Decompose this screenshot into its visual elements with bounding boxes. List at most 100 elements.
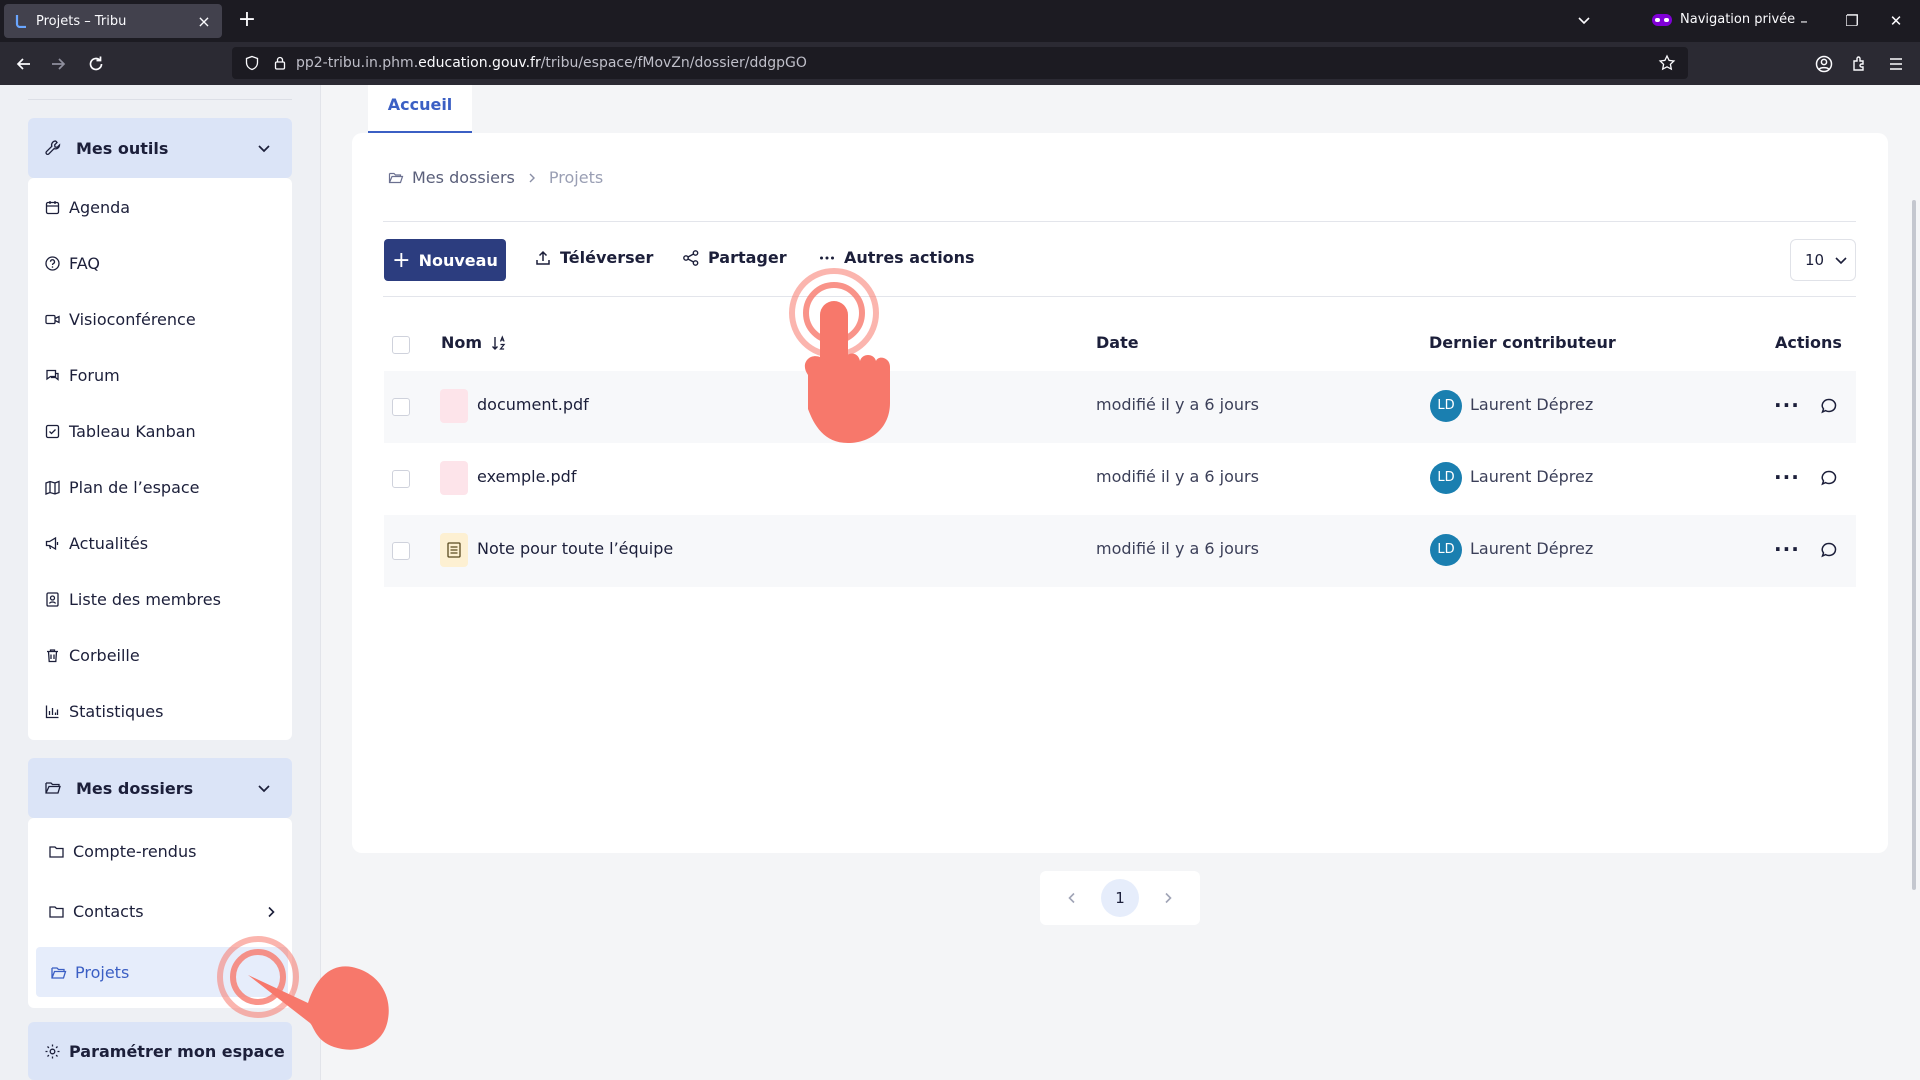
page-scrollbar[interactable] (1912, 200, 1916, 890)
chevron-left-icon[interactable] (1065, 891, 1079, 905)
tab-accueil[interactable]: Accueil (368, 85, 472, 133)
chevron-right-icon[interactable] (264, 905, 278, 919)
plus-icon: + (392, 247, 411, 273)
folder-icon (49, 906, 64, 918)
bookmark-star-icon[interactable] (1658, 54, 1676, 72)
avatar: LD (1430, 462, 1462, 494)
file-name[interactable]: document.pdf (477, 395, 589, 414)
chevron-down-icon (1835, 257, 1847, 265)
extensions-icon[interactable] (1850, 54, 1870, 74)
sidebar-folder-compte-rendus[interactable]: Compte-rendus (48, 842, 196, 861)
column-header-date[interactable]: Date (1096, 333, 1139, 352)
file-name[interactable]: Note pour toute l’équipe (477, 539, 673, 558)
pdf-file-icon (440, 389, 468, 423)
pdf-file-icon (440, 461, 468, 495)
browser-tab[interactable]: Projets – Tribu × (4, 4, 222, 38)
sidebar-item-plan[interactable]: Plan de l’espace (44, 478, 200, 497)
pagination: 1 (1040, 871, 1200, 925)
gear-icon (45, 1044, 60, 1058)
tools-section-header[interactable]: Mes outils (28, 118, 292, 178)
url-bar[interactable]: pp2-tribu.in.phm.education.gouv.fr/tribu… (232, 47, 1688, 79)
row-more-actions-icon[interactable]: ··· (1774, 537, 1800, 561)
sidebar-item-trash[interactable]: Corbeille (44, 646, 140, 665)
tap-hand-icon (217, 936, 389, 1050)
new-tab-icon[interactable]: + (236, 9, 258, 31)
ellipsis-icon (820, 256, 834, 259)
folder-open-icon (388, 172, 404, 183)
sidebar-item-label: Forum (69, 366, 120, 385)
sidebar-item-forum[interactable]: Forum (44, 366, 120, 385)
close-window-icon[interactable]: ✕ (1884, 10, 1908, 32)
reload-icon[interactable] (86, 54, 106, 74)
browser-tab-bar: Projets – Tribu × + Navigation privée – … (0, 0, 1920, 42)
contributor-name: Laurent Déprez (1470, 395, 1594, 414)
row-more-actions-icon[interactable]: ··· (1774, 465, 1800, 489)
upload-button[interactable]: Téléverser (534, 248, 653, 267)
sidebar-item-stats[interactable]: Statistiques (44, 702, 163, 721)
folders-section-header[interactable]: Mes dossiers (28, 758, 292, 818)
sidebar-item-kanban[interactable]: Tableau Kanban (44, 422, 196, 441)
select-all-checkbox[interactable] (392, 336, 410, 354)
per-page-select[interactable]: 10 (1790, 239, 1856, 281)
tools-section-label: Mes outils (76, 138, 169, 158)
private-mask-icon (1652, 13, 1672, 26)
table-row[interactable]: document.pdf modifié il y a 6 jours LD L… (384, 371, 1856, 443)
calendar-icon (45, 201, 60, 215)
hamburger-menu-icon[interactable] (1886, 54, 1906, 74)
minimize-icon[interactable]: – (1792, 10, 1816, 32)
back-icon[interactable] (14, 54, 34, 74)
file-date: modifié il y a 6 jours (1096, 539, 1259, 558)
column-header-actions: Actions (1775, 333, 1842, 352)
table-row[interactable]: exemple.pdf modifié il y a 6 jours LD La… (384, 443, 1856, 515)
forward-icon[interactable] (48, 54, 68, 74)
members-icon (46, 592, 59, 607)
trash-icon (47, 649, 58, 663)
sidebar-item-agenda[interactable]: Agenda (44, 198, 130, 217)
per-page-value: 10 (1805, 251, 1825, 269)
sidebar-item-news[interactable]: Actualités (44, 534, 148, 553)
avatar: LD (1430, 534, 1462, 566)
sidebar-item-label: FAQ (69, 254, 100, 273)
comment-icon[interactable] (1820, 469, 1838, 487)
new-button[interactable]: + Nouveau (384, 239, 506, 281)
account-icon[interactable] (1814, 54, 1834, 74)
contributor-name: Laurent Déprez (1470, 539, 1594, 558)
comment-icon[interactable] (1820, 397, 1838, 415)
row-checkbox[interactable] (392, 542, 410, 560)
table-row[interactable]: Note pour toute l’équipe modifié il y a … (384, 515, 1856, 587)
stats-icon (45, 705, 59, 719)
chevron-down-icon[interactable] (1576, 12, 1592, 28)
shield-icon[interactable] (244, 55, 260, 71)
breadcrumb-root[interactable]: Mes dossiers (412, 168, 515, 187)
file-name[interactable]: exemple.pdf (477, 467, 576, 486)
sidebar-item-label: Plan de l’espace (69, 478, 200, 497)
chevron-down-icon (258, 145, 270, 153)
avatar: LD (1430, 390, 1462, 422)
sort-icon[interactable] (490, 334, 508, 352)
chevron-right-icon[interactable] (1161, 891, 1175, 905)
row-checkbox[interactable] (392, 470, 410, 488)
restore-icon[interactable]: ❐ (1840, 10, 1864, 32)
sidebar-item-visio[interactable]: Visioconférence (44, 310, 196, 329)
sidebar-item-faq[interactable]: FAQ (44, 254, 100, 273)
sidebar-item-members[interactable]: Liste des membres (44, 590, 221, 609)
chevron-right-icon (529, 173, 535, 182)
close-tab-icon[interactable]: × (196, 12, 212, 31)
page-number[interactable]: 1 (1101, 879, 1139, 917)
column-header-name[interactable]: Nom (441, 333, 508, 352)
sidebar-item-label: Corbeille (69, 646, 140, 665)
share-button[interactable]: Partager (682, 248, 787, 267)
divider (383, 221, 1856, 222)
lock-icon[interactable] (272, 55, 288, 71)
sidebar-item-label: Visioconférence (69, 310, 196, 329)
sidebar-item-label: Actualités (69, 534, 149, 553)
sidebar-item-label: Liste des membres (69, 590, 221, 609)
chevron-down-icon (258, 785, 270, 793)
sidebar-item-label: Tableau Kanban (69, 422, 196, 441)
kanban-icon (45, 424, 60, 439)
comment-icon[interactable] (1820, 541, 1838, 559)
sidebar-folder-contacts[interactable]: Contacts (48, 902, 278, 921)
row-more-actions-icon[interactable]: ··· (1774, 393, 1800, 417)
row-checkbox[interactable] (392, 398, 410, 416)
tap-hand-icon (789, 268, 890, 443)
